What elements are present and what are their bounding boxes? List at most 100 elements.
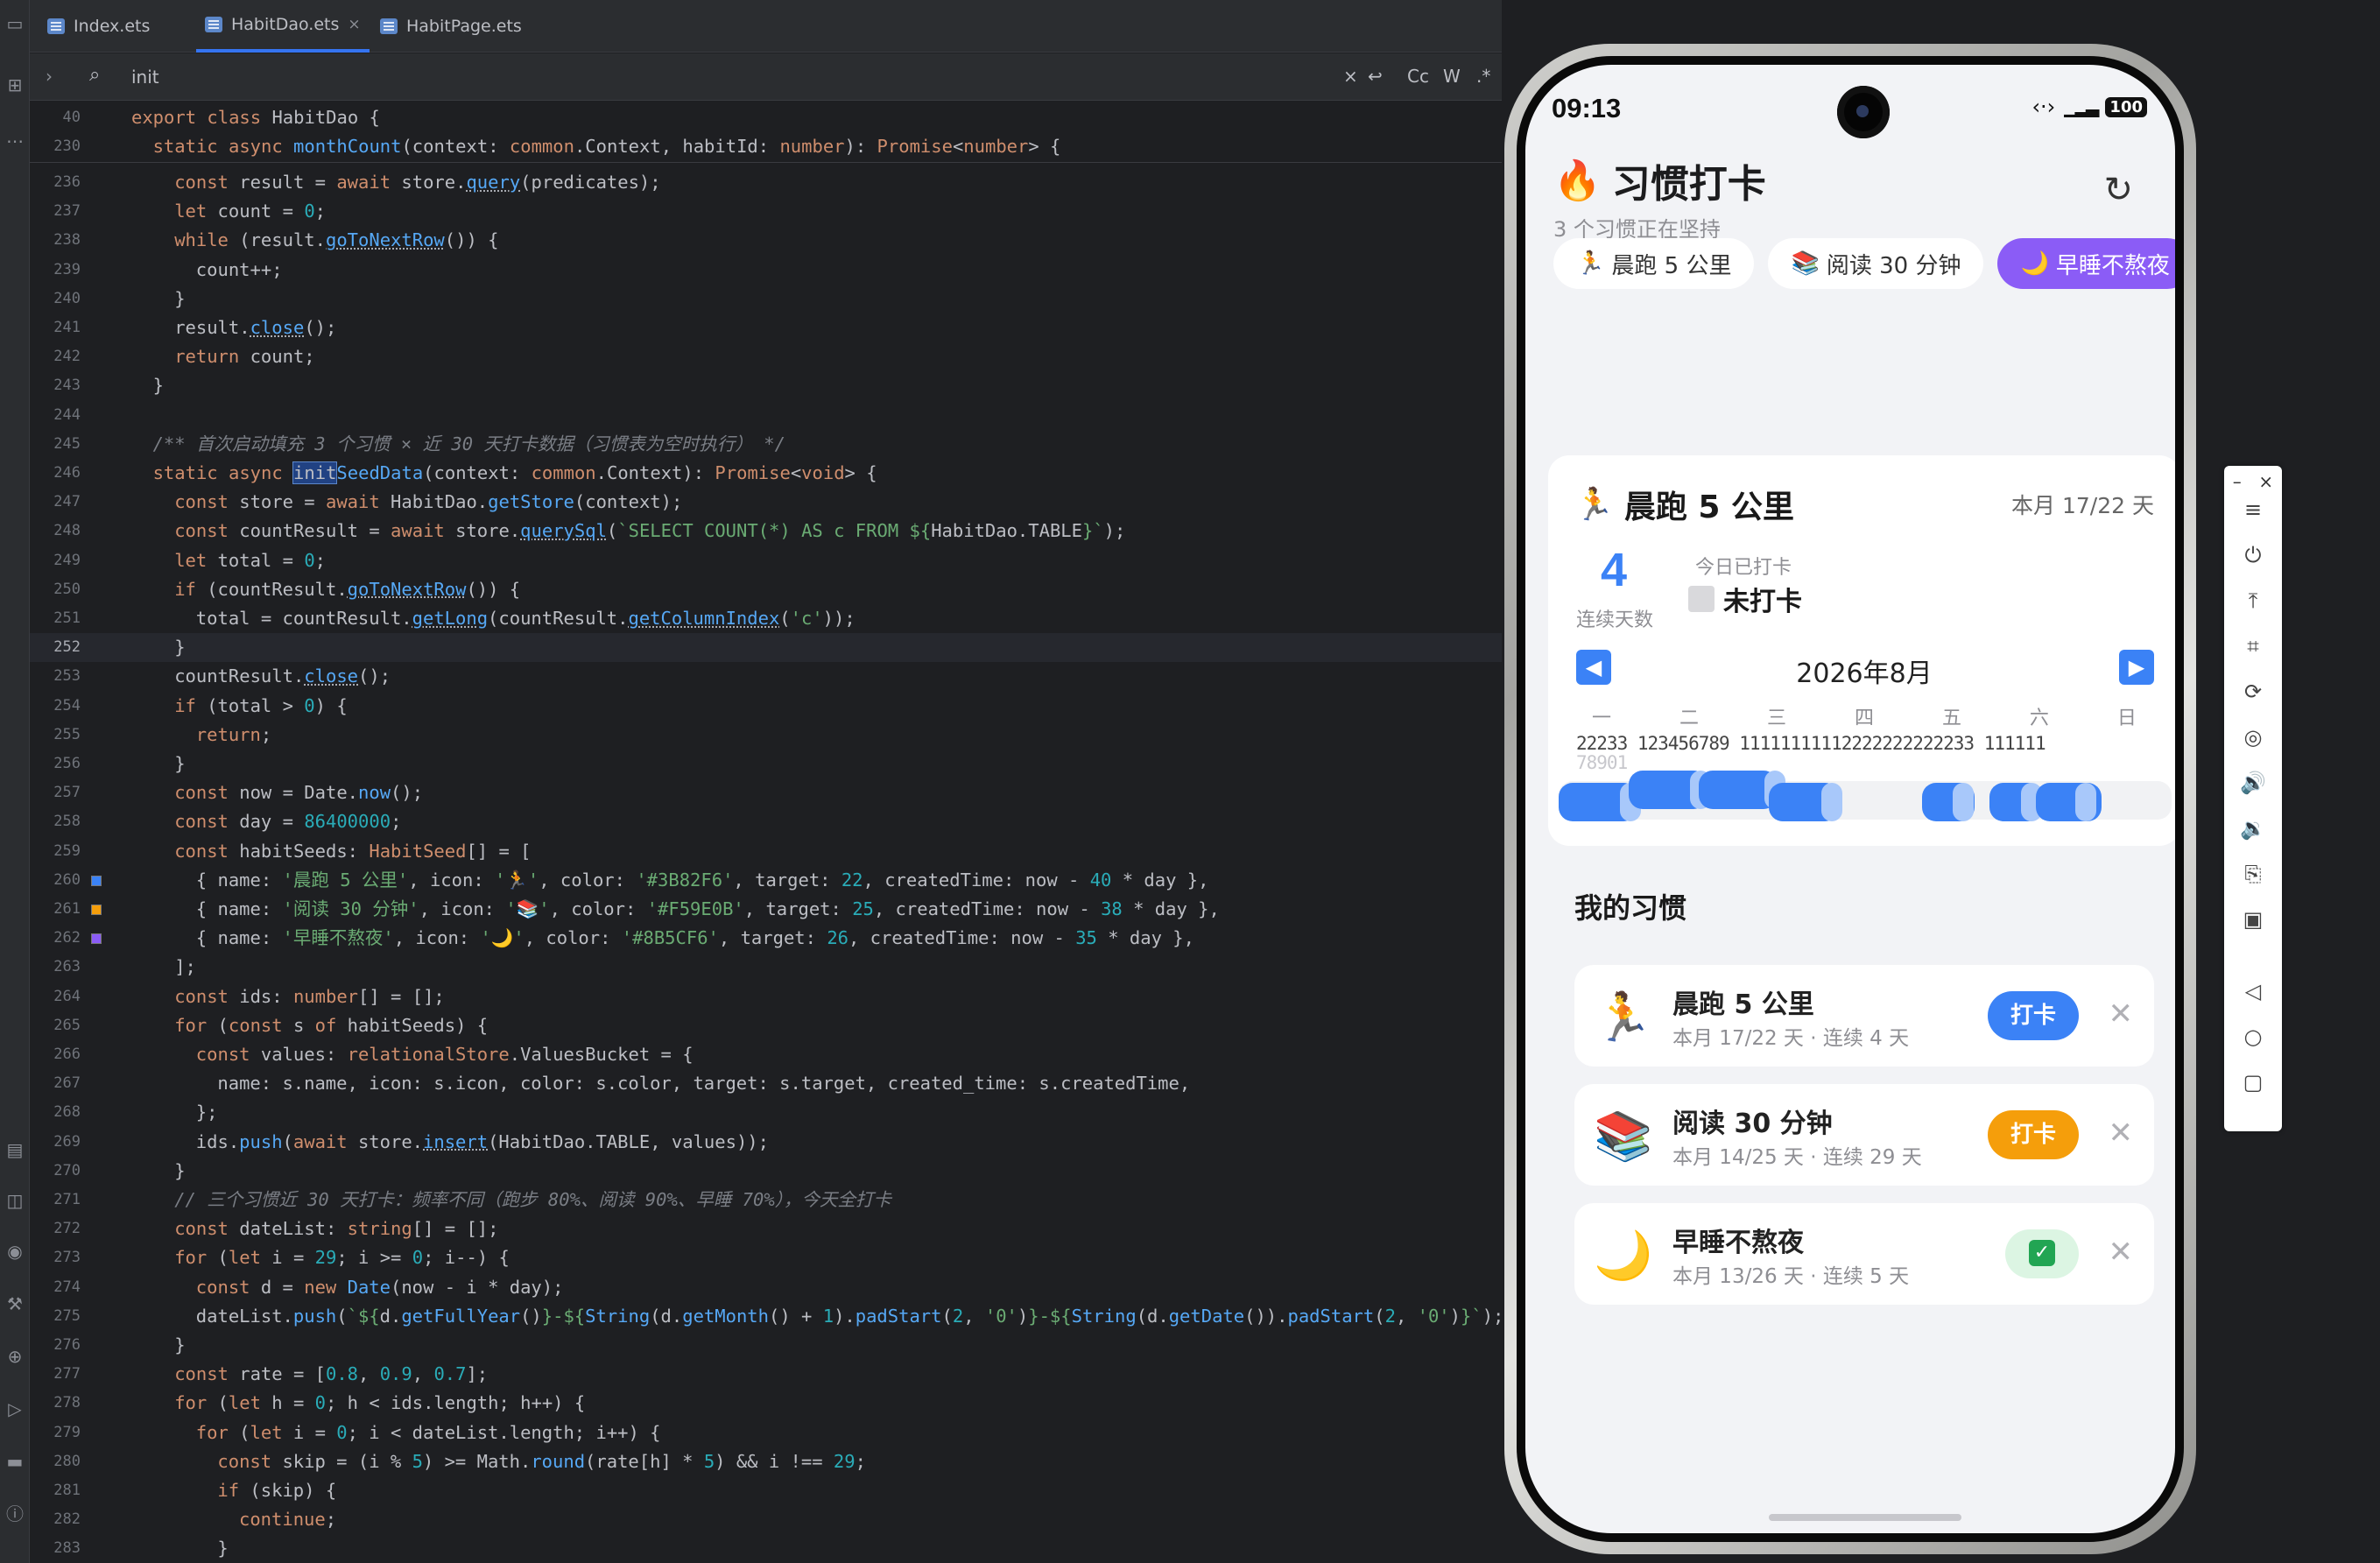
back-icon[interactable]: ◁ — [2224, 979, 2282, 1003]
refresh-icon[interactable]: ↻ — [2103, 170, 2133, 210]
screenshot-icon[interactable]: ⎘ — [2224, 862, 2282, 886]
delete-icon[interactable]: ✕ — [2109, 1116, 2134, 1151]
code-line[interactable]: 255 return; — [30, 721, 1502, 750]
color-swatch-icon[interactable] — [91, 933, 102, 945]
code-line[interactable]: 277 const rate = [0.8, 0.9, 0.7]; — [30, 1360, 1502, 1389]
code-line[interactable]: 250 if (countResult.goToNextRow()) { — [30, 575, 1502, 604]
minimize-icon[interactable]: – — [2233, 471, 2242, 492]
checked-in-badge[interactable]: ✓ — [2005, 1229, 2079, 1278]
tab-habitdao[interactable]: HabitDao.ets × — [196, 0, 370, 53]
code-line[interactable]: 268}; — [30, 1098, 1502, 1127]
habit-row[interactable]: 📚 阅读 30 分钟 本月 14/25 天 · 连续 29 天 打卡 ✕ — [1574, 1084, 2154, 1186]
checkin-button[interactable]: 打卡 — [1988, 1110, 2079, 1159]
code-line[interactable]: 264 const ids: number[] = []; — [30, 982, 1502, 1011]
terminal-icon[interactable]: ▬ — [4, 1450, 26, 1473]
code-line[interactable]: 272 const dateList: string[] = []; — [30, 1214, 1502, 1243]
code-line[interactable]: 266 const values: relationalStore.ValuesB… — [30, 1040, 1502, 1069]
regex-button[interactable]: .* — [1476, 66, 1490, 87]
code-line[interactable]: 269 ids.push(await store.insert(HabitDao.… — [30, 1128, 1502, 1157]
code-line[interactable]: 280 const skip = (i % 5) >= Math.round(ra… — [30, 1447, 1502, 1476]
close-icon[interactable]: × — [348, 16, 360, 33]
rotate-icon[interactable]: ⟳ — [2224, 679, 2282, 704]
code-line[interactable]: 240} — [30, 285, 1502, 313]
code-line[interactable]: 262 { name: '早睡不熬夜', icon: '🌙', color: '#… — [30, 924, 1502, 953]
code-editor[interactable]: 40 export class HabitDao {230 static async… — [30, 102, 1502, 1563]
color-swatch-icon[interactable] — [91, 875, 102, 886]
location-icon[interactable]: ◎ — [2224, 725, 2282, 750]
recents-icon[interactable]: ▢ — [2224, 1070, 2282, 1095]
code-line[interactable]: 246 static async initSeedData(context: co… — [30, 459, 1502, 488]
code-line[interactable]: 245 /** 首次启动填充 3 个习惯 × 近 30 天打卡数据（习惯表为空时执… — [30, 430, 1502, 459]
code-line[interactable]: 282 continue; — [30, 1505, 1502, 1534]
tab-index[interactable]: Index.ets — [47, 0, 150, 53]
code-line[interactable]: 243} — [30, 371, 1502, 400]
menu-icon[interactable]: ≡ — [2224, 497, 2282, 522]
more-icon[interactable]: ⋯ — [4, 130, 26, 152]
code-line[interactable]: 251 total = countResult.getLong(countResu… — [30, 604, 1502, 633]
code-line[interactable]: 259 const habitSeeds: HabitSeed[] = [ — [30, 837, 1502, 866]
habit-row[interactable]: 🌙 早睡不熬夜 本月 13/26 天 · 连续 5 天 ✓ ✕ — [1574, 1203, 2154, 1305]
delete-icon[interactable]: ✕ — [2109, 996, 2134, 1031]
code-line[interactable]: 238 while (result.goToNextRow()) { — [30, 226, 1502, 255]
close-icon[interactable]: × — [2258, 471, 2273, 492]
checkin-button[interactable]: 打卡 — [1988, 991, 2079, 1040]
code-line[interactable]: 237 let count = 0; — [30, 197, 1502, 226]
delete-icon[interactable]: ✕ — [2109, 1235, 2134, 1270]
search-input[interactable] — [131, 62, 1270, 92]
code-line[interactable]: 275 dateList.push(`${d.getFullYear()}-${S… — [30, 1302, 1502, 1331]
code-line[interactable]: 40 export class HabitDao { — [30, 103, 1502, 132]
code-line[interactable]: 239 count++; — [30, 256, 1502, 285]
code-line[interactable]: 270} — [30, 1157, 1502, 1186]
code-line[interactable]: 247 const store = await HabitDao.getStore… — [30, 488, 1502, 517]
run-icon[interactable]: ▷ — [4, 1398, 26, 1420]
habit-row[interactable]: 🏃 晨跑 5 公里 本月 17/22 天 · 连续 4 天 打卡 ✕ — [1574, 965, 2154, 1067]
power-icon[interactable]: ⏻ — [2224, 543, 2282, 567]
volume-down-icon[interactable]: 🔉 — [2224, 816, 2282, 841]
code-line[interactable]: 249 let total = 0; — [30, 546, 1502, 575]
habit-chip[interactable]: 📚 阅读 30 分钟 — [1768, 238, 1984, 289]
pin-top-icon[interactable]: ⤒ — [2224, 588, 2282, 613]
record-icon[interactable]: ▣ — [2224, 907, 2282, 932]
code-line[interactable]: 253 countResult.close(); — [30, 662, 1502, 691]
code-line[interactable]: 279 for (let i = 0; i < dateList.length; … — [30, 1419, 1502, 1447]
code-line[interactable]: 263]; — [30, 953, 1502, 982]
code-line[interactable]: 276} — [30, 1331, 1502, 1360]
code-line[interactable]: 283} — [30, 1534, 1502, 1563]
code-line[interactable]: 260 { name: '晨跑 5 公里', icon: '🏃', color: … — [30, 866, 1502, 895]
home-indicator[interactable] — [1769, 1514, 1961, 1521]
code-line[interactable]: 257 const now = Date.now(); — [30, 778, 1502, 807]
code-line[interactable]: 256} — [30, 750, 1502, 778]
clear-search-icon[interactable]: × — [1343, 66, 1358, 87]
code-line[interactable]: 230 static async monthCount(context: comm… — [30, 132, 1502, 161]
habit-chip[interactable]: 🌙 早睡不熬夜 — [1997, 238, 2175, 289]
whole-words-button[interactable]: W — [1443, 66, 1461, 87]
code-line[interactable]: 274 const d = new Date(now - i * day); — [30, 1273, 1502, 1302]
code-line[interactable]: 265 for (const s of habitSeeds) { — [30, 1011, 1502, 1040]
services-icon[interactable]: ⊕ — [4, 1345, 26, 1368]
color-swatch-icon[interactable] — [91, 905, 102, 915]
code-line[interactable]: 267 name: s.name, icon: s.icon, color: s.… — [30, 1069, 1502, 1098]
code-line[interactable]: 271 // 三个习惯近 30 天打卡：频率不同（跑步 80%、阅读 90%、早睡… — [30, 1186, 1502, 1214]
code-line[interactable]: 258 const day = 86400000; — [30, 807, 1502, 836]
code-line[interactable]: 254 if (total > 0) { — [30, 692, 1502, 721]
tab-habitpage[interactable]: HabitPage.ets — [380, 0, 522, 53]
code-line[interactable]: 281 if (skip) { — [30, 1476, 1502, 1505]
habit-chip[interactable]: 🏃 晨跑 5 公里 — [1553, 238, 1755, 289]
profiler-icon[interactable]: ◉ — [4, 1240, 26, 1263]
volume-up-icon[interactable]: 🔊 — [2224, 771, 2282, 795]
code-line[interactable]: 241 result.close(); — [30, 313, 1502, 342]
code-line[interactable]: 261 { name: '阅读 30 分钟', icon: '📚', color:… — [30, 895, 1502, 924]
code-line[interactable]: 248 const countResult = await store.query… — [30, 517, 1502, 546]
code-line[interactable]: 278 for (let h = 0; h < ids.length; h++) … — [30, 1389, 1502, 1418]
home-icon[interactable]: ○ — [2224, 1024, 2282, 1049]
code-line[interactable]: 244 — [30, 401, 1502, 430]
crop-icon[interactable]: ⌗ — [2224, 634, 2282, 658]
database-icon[interactable]: ◫ — [4, 1189, 26, 1212]
code-line[interactable]: 252} — [30, 633, 1502, 663]
folder-icon[interactable]: ▭ — [4, 12, 26, 35]
structure-icon[interactable]: ⊞ — [4, 74, 26, 96]
code-line[interactable]: 236 const result = await store.query(pred… — [30, 168, 1502, 197]
code-line[interactable]: 273 for (let i = 29; i >= 0; i--) { — [30, 1243, 1502, 1272]
problems-icon[interactable]: ⓘ — [4, 1503, 26, 1525]
match-case-button[interactable]: Cc — [1407, 66, 1429, 87]
